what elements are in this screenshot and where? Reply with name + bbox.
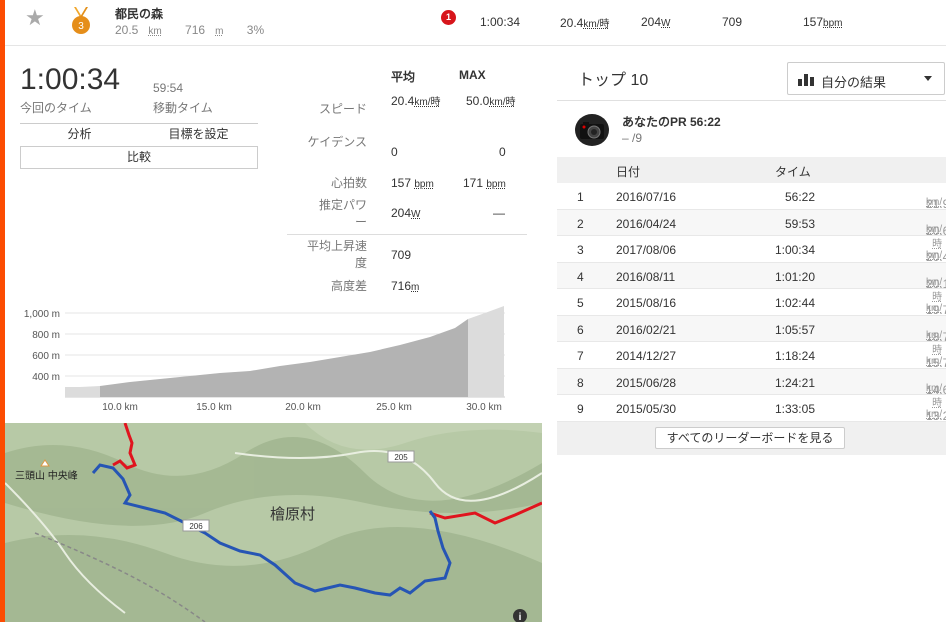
stat-label-elev-diff: 高度差	[330, 279, 367, 293]
view-all-leaderboards-button[interactable]: すべてのリーダーボードを見る	[655, 427, 845, 449]
header-climb: 709	[722, 15, 743, 29]
stat-hr-max: 171 bpm	[463, 176, 506, 190]
elapsed-time: 1:00:34	[20, 63, 121, 96]
moving-time: 59:54	[153, 81, 184, 95]
stats-divider	[287, 234, 527, 235]
personal-record: あなたのPR 56:22 – /9	[557, 100, 946, 155]
table-row[interactable]: 62016/02/211:05:5718.7km/時	[557, 315, 946, 356]
road-label-205: 205	[394, 453, 408, 462]
header-time: 1:00:34	[480, 15, 521, 29]
leaderboard-header: 日付 タイム	[557, 157, 946, 183]
elev-area	[100, 319, 468, 397]
stat-label-speed: スピード	[318, 102, 367, 116]
stat-power-max: —	[493, 206, 505, 220]
village-label: 檜原村	[270, 505, 315, 523]
y-tick: 800 m	[32, 330, 60, 341]
table-row[interactable]: 72014/12/271:18:2415.7km/時	[557, 342, 946, 382]
stat-speed-max: 50.0km/時	[466, 94, 516, 108]
segment-header: ★ 3 都民の森 20.5 km 716 m 3% 1 1:00:34 20.4km…	[5, 0, 946, 46]
elev-area-light	[65, 386, 100, 397]
segment-stats: 20.5 km 716 m 3%	[115, 23, 274, 37]
table-row[interactable]: 12016/07/1656:2221.9km/時	[557, 183, 946, 223]
stats-col-max: MAX	[459, 68, 486, 82]
elevation-chart: 1,000 m 800 m 600 m 400 m 10.0 km 15.0 k…	[24, 306, 505, 413]
segment-grade: 3%	[246, 23, 265, 37]
info-icon-glyph: i	[519, 612, 522, 622]
stat-vam-avg: 709	[391, 248, 412, 262]
stat-label-power: 推定パワー	[318, 198, 367, 229]
segment-elevation: 716 m	[185, 23, 224, 37]
y-tick: 600 m	[32, 351, 60, 362]
pr-rank: – /9	[622, 131, 643, 145]
compare-button[interactable]: 比較	[20, 146, 258, 169]
table-row[interactable]: 52015/08/161:02:4419.7km/時	[557, 289, 946, 329]
medal-icon: 3	[72, 7, 90, 34]
col-time: タイム	[775, 165, 811, 179]
header-speed: 20.4km/時	[560, 16, 610, 30]
stat-cadence-avg: 0	[391, 145, 398, 159]
stat-label-cadence: ケイデンス	[307, 135, 367, 149]
segment-distance: 20.5 km	[115, 23, 162, 37]
action-buttons: 分析 目標を設定	[20, 123, 258, 145]
stats-col-avg: 平均	[391, 70, 416, 84]
stat-power-avg: 204W	[391, 206, 421, 220]
avatar[interactable]	[575, 114, 609, 146]
stat-hr-avg: 157 bpm	[391, 176, 434, 190]
table-row[interactable]: 92015/05/301:33:0513.2km/時	[557, 395, 946, 435]
table-row[interactable]: 82015/06/281:24:2114.6km/時	[557, 368, 946, 409]
route-map[interactable]: 檜原村 三頭山 中央峰 205 206 i	[5, 423, 542, 622]
stat-label-vam: 平均上昇速度	[307, 239, 368, 270]
elev-area-light-end	[468, 306, 504, 397]
x-tick: 15.0 km	[196, 402, 232, 413]
leaderboard-filter-dropdown[interactable]: 自分の結果	[787, 62, 945, 95]
x-tick: 30.0 km	[466, 402, 502, 413]
filter-label: 自分の結果	[821, 75, 887, 90]
star-icon[interactable]: ★	[25, 5, 45, 31]
col-date: 日付	[616, 165, 641, 179]
road-label-206: 206	[189, 522, 203, 531]
stat-elev-diff-avg: 716m	[391, 279, 420, 293]
stat-cadence-max: 0	[499, 145, 506, 159]
pr-title: あなたのPR 56:22	[622, 115, 721, 129]
leaderboard-title: トップ 10	[578, 72, 649, 89]
achievement-badge: 1	[441, 10, 456, 25]
y-tick: 1,000 m	[24, 309, 60, 320]
x-tick: 10.0 km	[102, 402, 138, 413]
peak-label: 三頭山 中央峰	[15, 469, 78, 482]
leaderboard-table: 12016/07/1656:2221.9km/時 22016/04/2459:5…	[557, 183, 946, 435]
leaderboard-footer: すべてのリーダーボードを見る	[557, 422, 946, 455]
set-goal-button[interactable]: 目標を設定	[139, 124, 258, 145]
medal-rank: 3	[78, 21, 84, 32]
bar-chart-icon	[798, 74, 814, 86]
table-row[interactable]: 32017/08/061:00:3420.4km/時	[557, 236, 946, 276]
stat-label-hr: 心拍数	[330, 176, 367, 190]
moving-label: 移動タイム	[153, 101, 213, 115]
analyze-button[interactable]: 分析	[20, 124, 139, 145]
x-tick: 25.0 km	[376, 402, 412, 413]
elapsed-label: 今回のタイム	[20, 101, 92, 115]
stat-speed-avg: 20.4km/時	[391, 94, 441, 108]
segment-name[interactable]: 都民の森	[115, 5, 163, 22]
x-tick: 20.0 km	[285, 402, 321, 413]
chevron-down-icon	[924, 76, 932, 81]
header-power: 204W	[641, 15, 671, 29]
y-tick: 400 m	[32, 372, 60, 383]
header-hr: 157bpm	[803, 15, 843, 29]
table-row[interactable]: 42016/08/111:01:2020.1km/時	[557, 262, 946, 303]
table-row[interactable]: 22016/04/2459:5320.6km/時	[557, 209, 946, 250]
